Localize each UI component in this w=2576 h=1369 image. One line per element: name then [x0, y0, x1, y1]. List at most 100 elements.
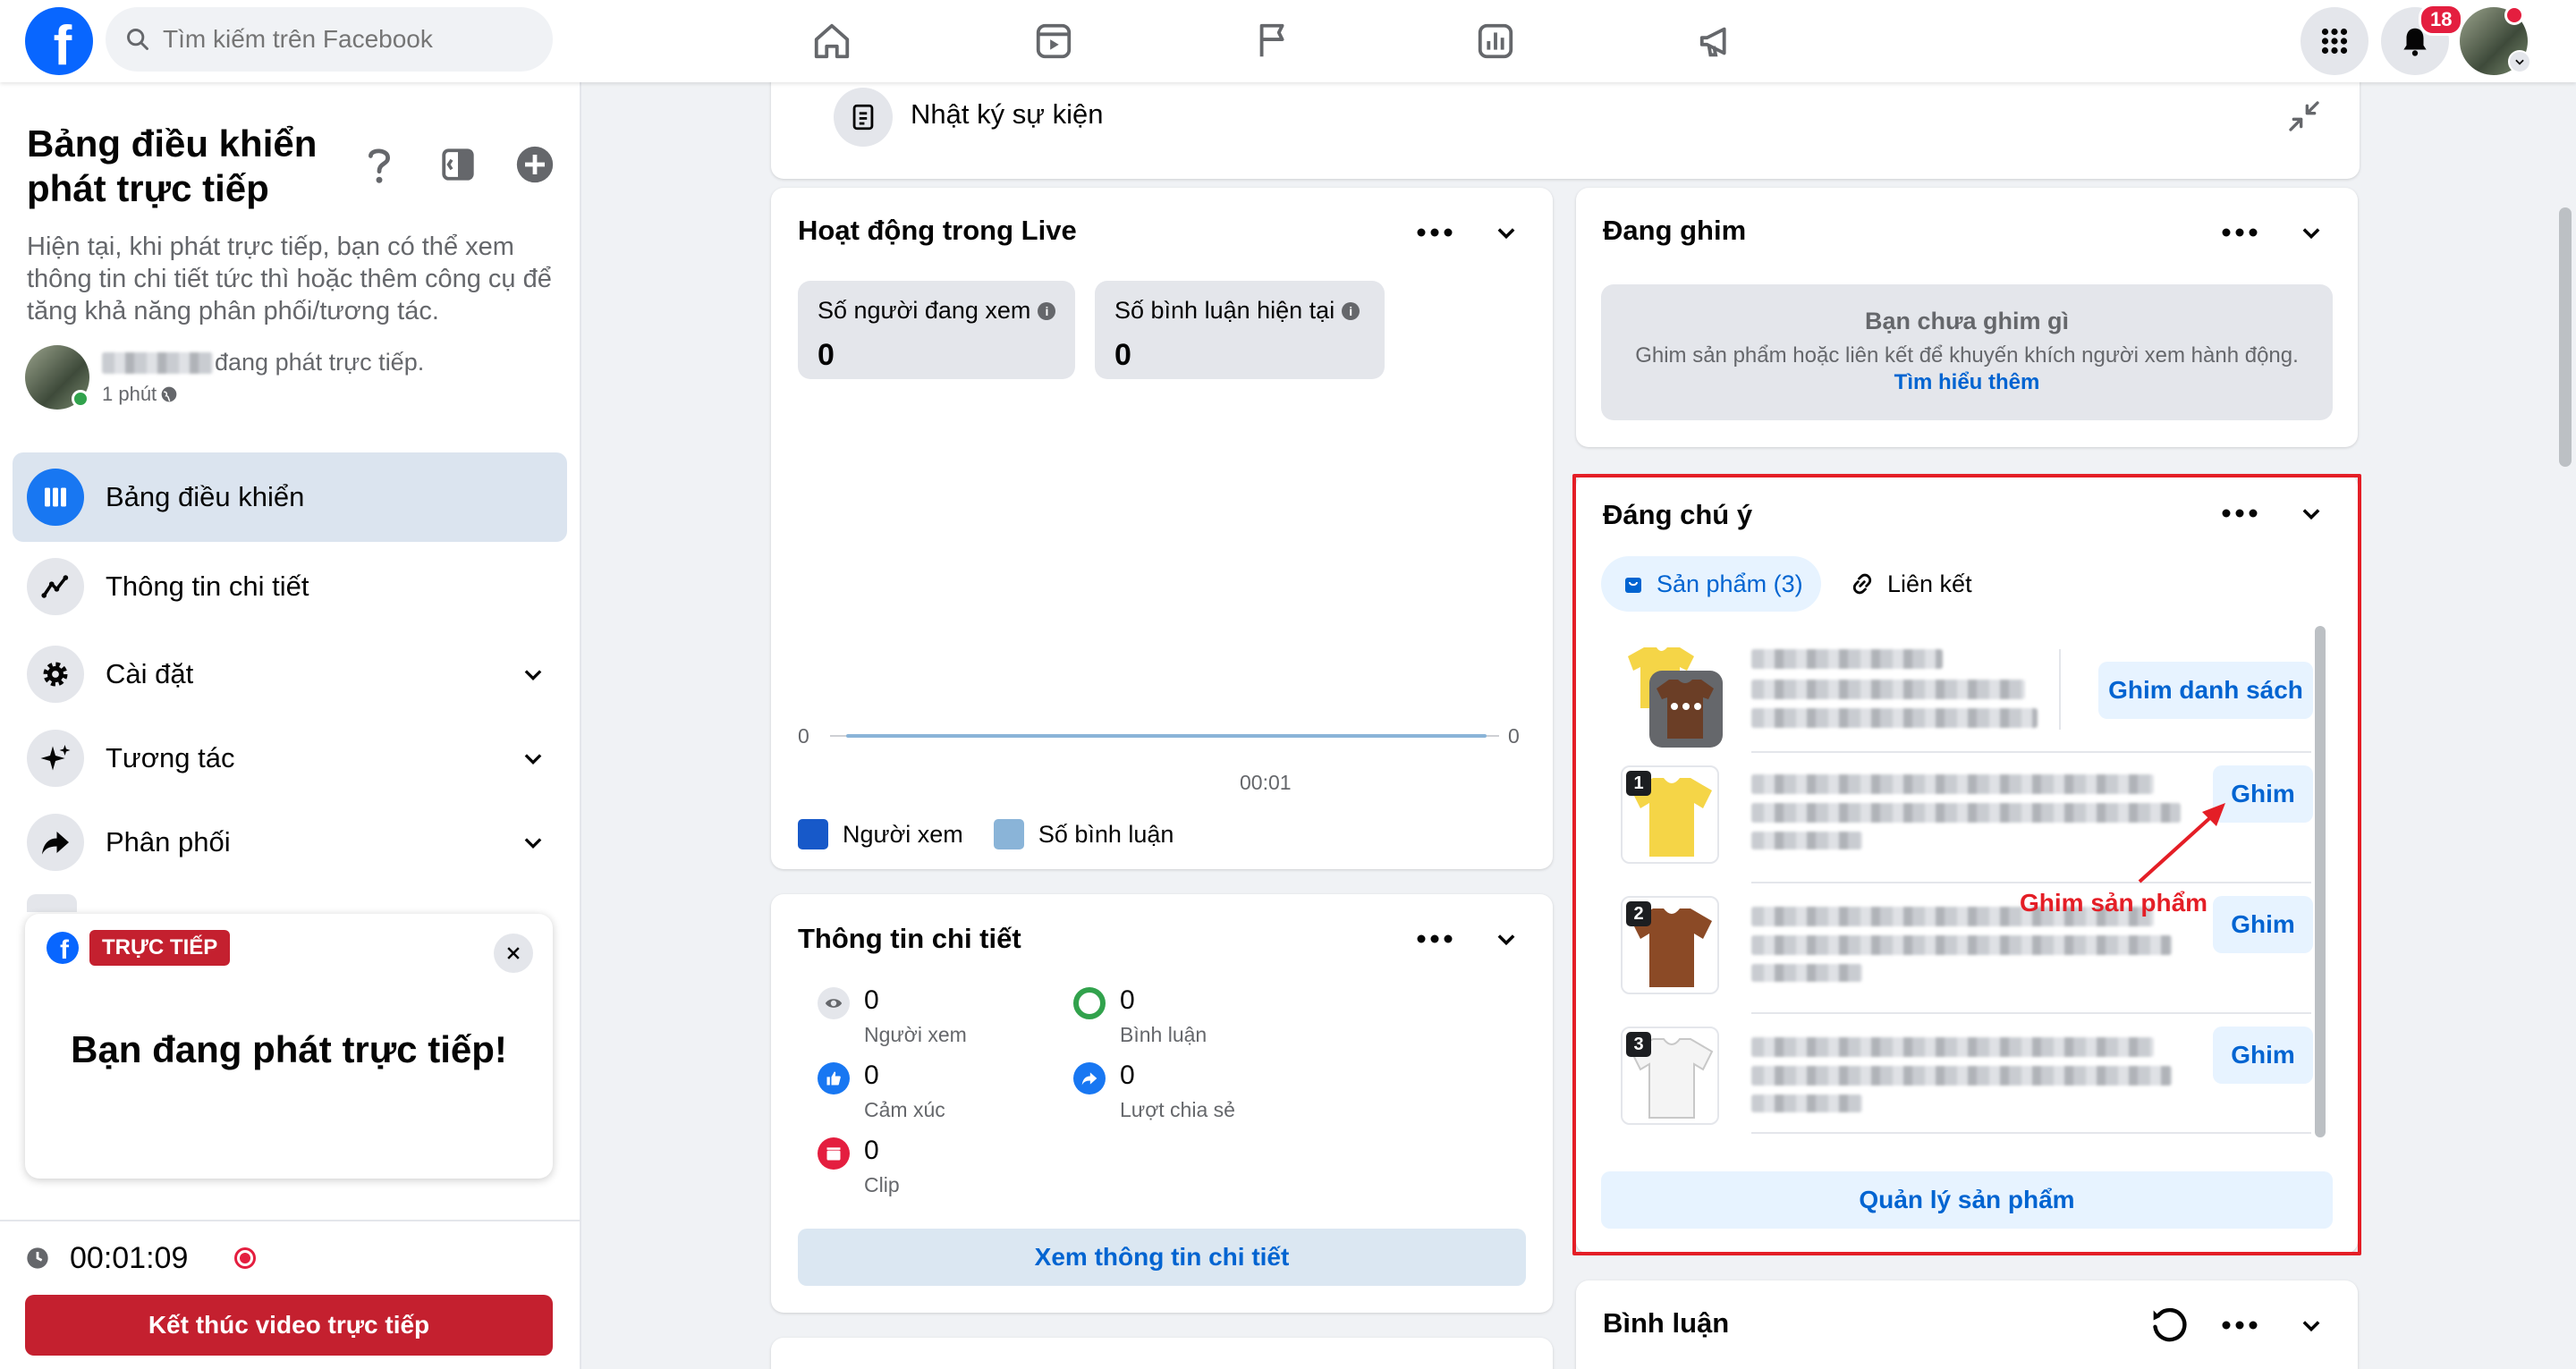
chevron-down-icon[interactable] [1481, 914, 1531, 964]
chevron-down-icon[interactable] [2286, 207, 2336, 258]
divider [2059, 649, 2061, 730]
chevron-down-icon[interactable] [2508, 50, 2531, 73]
info-icon[interactable]: i [1038, 301, 1056, 320]
view-insights-button[interactable]: Xem thông tin chi tiết [798, 1229, 1526, 1286]
user-time: 1 phút [102, 383, 178, 406]
chevron-down-icon[interactable] [2286, 488, 2336, 538]
live-tag: TRỰC TIẾP [89, 930, 231, 966]
manage-products-button[interactable]: Quản lý sản phẩm [1601, 1171, 2333, 1229]
sidebar-item-dashboard[interactable]: Bảng điều khiển [13, 452, 567, 542]
facebook-logo-icon: f [47, 932, 79, 964]
sidebar-item-label: Phân phối [106, 826, 231, 858]
annotation-arrow-icon [2138, 803, 2225, 883]
divider [0, 1220, 580, 1221]
search-box[interactable] [106, 7, 553, 72]
flag-icon[interactable] [1250, 18, 1297, 64]
insights-icon [27, 558, 84, 615]
card-title: Đáng chú ý [1603, 499, 1753, 530]
chart-axis-left-label: 0 [798, 724, 809, 748]
timer-text: 00:01:09 [70, 1240, 189, 1275]
blurred-product-detail [1751, 680, 2025, 699]
product-thumbnail: 3 [1621, 1027, 1719, 1125]
divider [1751, 1132, 2311, 1134]
learn-more-link[interactable]: Tìm hiểu thêm [1601, 370, 2333, 395]
stream-timer: 00:01:09 [25, 1236, 562, 1280]
metric-label: Clip [864, 1173, 900, 1196]
recording-indicator-icon [234, 1247, 257, 1269]
facebook-logo-icon[interactable]: f [25, 7, 93, 77]
card-title: Hoạt động trong Live [798, 215, 1077, 246]
help-icon[interactable] [352, 138, 406, 191]
analytics-icon[interactable] [1472, 18, 1519, 64]
metric-value: 0 [1120, 1061, 1135, 1090]
legend-label: Người xem [843, 820, 963, 848]
comments-card: Bình luận [1576, 1280, 2358, 1369]
tab-links[interactable]: Liên kết [1850, 556, 1993, 612]
card-title: Bình luận [1603, 1307, 1730, 1339]
user-status-text: đang phát trực tiếp. [215, 349, 425, 376]
more-options-icon[interactable] [2215, 488, 2265, 538]
live-status-card: f TRỰC TIẾP Bạn đang phát trực tiếp! [25, 914, 553, 1179]
list-scrollbar[interactable] [2315, 626, 2326, 1137]
close-button[interactable] [494, 934, 533, 973]
sidebar-item-label: Thông tin chi tiết [106, 570, 309, 602]
pin-product-button[interactable]: Ghim [2213, 896, 2313, 953]
search-input[interactable] [163, 25, 503, 54]
menu-grid-button[interactable] [2301, 7, 2368, 75]
refresh-icon[interactable] [2145, 1300, 2195, 1350]
more-options-icon[interactable] [1410, 914, 1460, 964]
sidebar-item-insights[interactable]: Thông tin chi tiết [13, 542, 567, 631]
layout-toggle-icon[interactable] [431, 138, 485, 191]
tab-products[interactable]: Sản phẩm (3) [1601, 556, 1821, 612]
more-options-icon[interactable] [2215, 1300, 2265, 1350]
featured-card: Đáng chú ý Sản phẩm (3) Liên kết Ghim da… [1576, 474, 2358, 1254]
link-icon [1852, 573, 1872, 595]
like-icon [818, 1062, 850, 1094]
close-icon [507, 947, 520, 959]
legend-swatch-viewers [798, 819, 828, 849]
metric-value: 0 [864, 1136, 879, 1165]
sidebar-item-engagement[interactable]: Tương tác [13, 714, 567, 803]
sidebar-item-settings[interactable]: Cài đặt [13, 630, 567, 719]
end-live-video-button[interactable]: Kết thúc video trực tiếp [25, 1295, 553, 1356]
pin-product-button[interactable]: Ghim [2213, 1027, 2313, 1084]
add-icon[interactable] [508, 138, 562, 191]
eye-icon [818, 987, 850, 1019]
sparkle-icon [27, 730, 84, 787]
more-options-icon[interactable] [1410, 207, 1460, 258]
pin-list-button[interactable]: Ghim danh sách [2098, 662, 2313, 719]
collapse-icon[interactable] [2279, 91, 2329, 141]
comment-ring-icon [1073, 987, 1106, 1019]
metric-label: Lượt chia sẻ [1120, 1098, 1235, 1121]
legend-label: Số bình luận [1038, 820, 1174, 848]
chevron-down-icon[interactable] [1481, 207, 1531, 258]
live-message: Bạn đang phát trực tiếp! [71, 1028, 507, 1070]
pinned-card: Đang ghim Bạn chưa ghim gì Ghim sản phẩm… [1576, 188, 2358, 447]
video-icon[interactable] [1030, 18, 1077, 64]
chart-axis-right-label: 0 [1508, 724, 1520, 748]
empty-title: Bạn chưa ghim gì [1864, 308, 2070, 334]
live-dashboard-sidebar: Bảng điều khiển phát trực tiếp Hiện tại,… [0, 82, 581, 1369]
page-scrollbar-track[interactable] [2555, 82, 2576, 1369]
clock-icon [27, 1247, 48, 1269]
event-log-label: Nhật ký sự kiện [911, 98, 1104, 130]
share-icon [27, 814, 84, 871]
chevron-down-icon[interactable] [2286, 1300, 2336, 1350]
gear-icon [27, 646, 84, 703]
sidebar-item-distribution[interactable]: Phân phối [13, 798, 567, 887]
megaphone-icon[interactable] [1694, 18, 1741, 64]
chevron-down-icon [524, 754, 542, 765]
notifications-button[interactable]: 18 [2381, 4, 2464, 75]
page-scrollbar-thumb[interactable] [2559, 207, 2572, 467]
viewers-stat: Số người đang xem i 0 [798, 281, 1075, 379]
empty-description: Ghim sản phẩm hoặc liên kết để khuyến kh… [1635, 343, 2299, 368]
more-options-icon[interactable] [2215, 207, 2265, 258]
chart-series-line [846, 734, 1487, 738]
blurred-product-name [1751, 774, 2154, 794]
sidebar-item-label: Bảng điều khiển [106, 481, 305, 512]
blurred-product-name [1751, 1037, 2154, 1057]
stat-value: 0 [1114, 338, 1131, 372]
home-icon[interactable] [809, 18, 855, 64]
card-title: Thông tin chi tiết [798, 923, 1021, 954]
info-icon[interactable]: i [1342, 301, 1360, 320]
